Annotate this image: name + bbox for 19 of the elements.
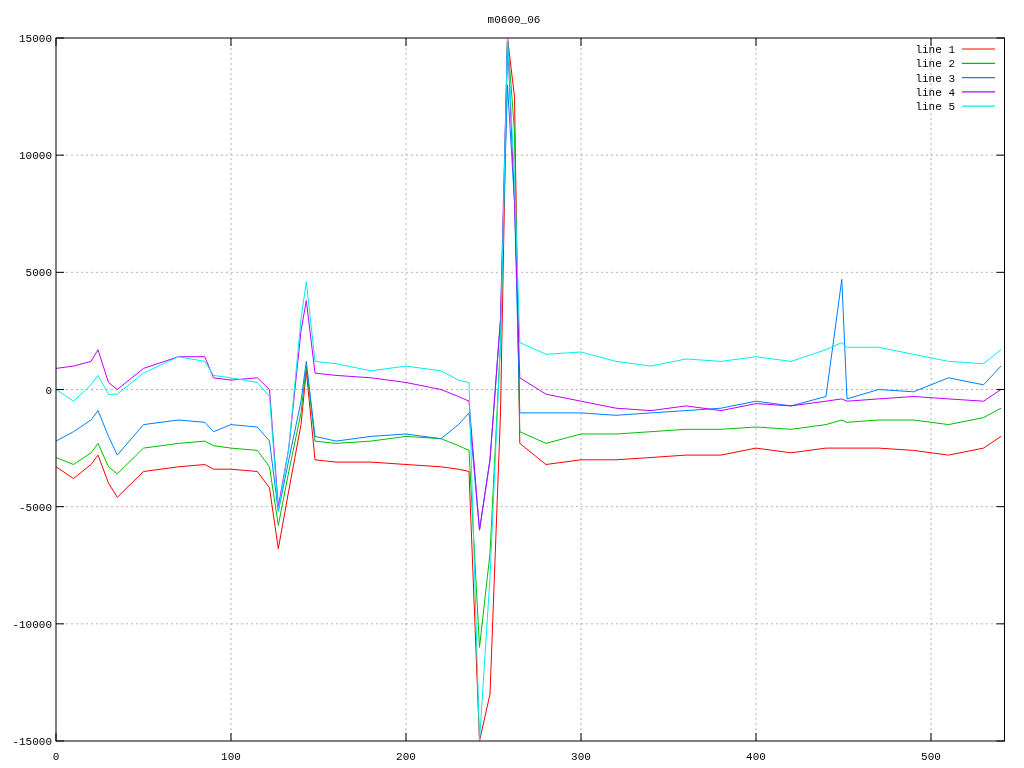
x-tick-label: 500 (921, 751, 941, 763)
y-tick-label: 0 (45, 384, 52, 397)
y-tick-label: 15000 (19, 33, 52, 45)
legend-label: line 5 (915, 101, 955, 114)
y-tick-label: 10000 (19, 150, 52, 163)
chart-title: m0600_06 (487, 14, 541, 26)
y-tick-label: 5000 (25, 267, 52, 280)
y-tick-label: -15000 (12, 736, 52, 748)
y-tick-label: -5000 (19, 501, 52, 514)
x-tick-label: 0 (52, 751, 60, 763)
legend-label: line 4 (915, 86, 955, 99)
x-tick-label: 100 (221, 751, 241, 763)
y-tick-label: -10000 (12, 618, 52, 631)
legend-label: line 1 (915, 44, 955, 56)
legend-label: line 2 (915, 58, 955, 71)
x-tick-label: 300 (571, 751, 591, 763)
x-tick-label: 200 (396, 751, 416, 763)
x-tick-label: 400 (746, 751, 766, 763)
legend-label: line 3 (915, 72, 955, 85)
